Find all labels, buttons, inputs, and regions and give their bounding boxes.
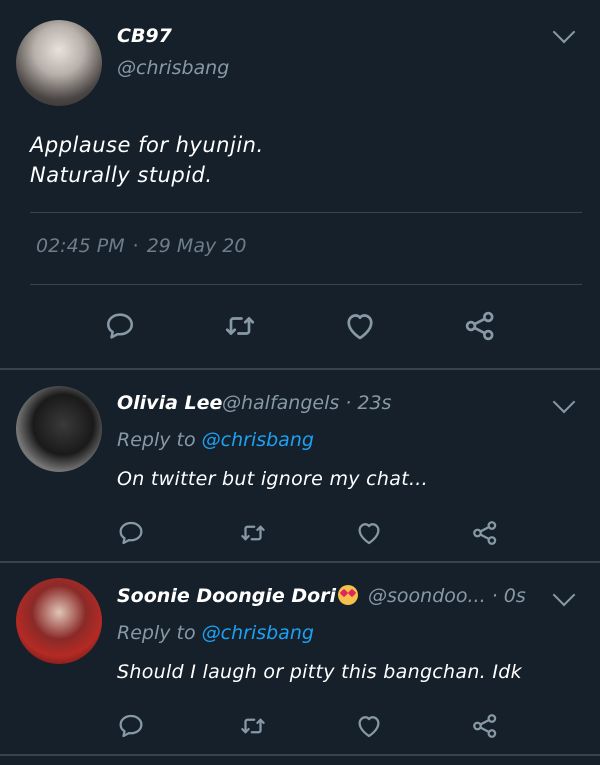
tweet-time: 02:45 PM (36, 235, 125, 257)
reply-to-label: Reply to (117, 622, 196, 644)
display-name[interactable]: CB97 (117, 25, 172, 47)
tweet-text-line: Applause for hyunjin. (30, 133, 264, 157)
user-handle-time[interactable]: @halfangels · 23s (222, 392, 391, 414)
reply-icon (119, 714, 143, 738)
share-icon (465, 311, 494, 341)
share-icon (473, 714, 497, 738)
user-handle-time[interactable]: @soondoo... · 0s (368, 585, 526, 607)
avatar[interactable] (16, 386, 102, 472)
tweet-text: Applause for hyunjin. Naturally stupid. (30, 130, 264, 190)
tweet-date: 29 May 20 (146, 235, 247, 257)
share-icon (473, 521, 497, 545)
avatar[interactable] (16, 20, 102, 106)
main-tweet: CB97 @chrisbang Applause for hyunjin. Na… (0, 0, 600, 368)
reply-button[interactable] (114, 516, 148, 550)
thread-divider (0, 754, 600, 756)
reply-button[interactable] (100, 306, 140, 346)
retweet-button[interactable] (220, 306, 260, 346)
like-button[interactable] (340, 306, 380, 346)
display-name-text: Soonie Doongie Dori (117, 585, 337, 607)
reply-button[interactable] (114, 709, 148, 743)
retweet-button[interactable] (236, 709, 270, 743)
mention-link[interactable]: @chrisbang (202, 622, 314, 644)
reply-context: Reply to @chrisbang (117, 622, 314, 644)
chevron-down-icon[interactable] (552, 390, 576, 414)
share-button[interactable] (468, 709, 502, 743)
display-name[interactable]: Soonie Doongie Dori (117, 585, 359, 607)
thread-divider (0, 561, 600, 563)
chevron-down-icon[interactable] (552, 583, 576, 607)
reply-icon (106, 313, 134, 339)
like-button[interactable] (352, 709, 386, 743)
divider (30, 212, 582, 213)
heart-icon (358, 523, 380, 545)
tweet-text-line: Naturally stupid. (30, 163, 213, 187)
separator-dot: · (132, 235, 139, 257)
reply-text: Should I laugh or pitty this bangchan. I… (117, 661, 522, 683)
avatar[interactable] (16, 578, 102, 664)
like-button[interactable] (352, 516, 386, 550)
tweet-timestamp[interactable]: 02:45 PM · 29 May 20 (36, 235, 246, 257)
retweet-icon (241, 525, 265, 541)
heart-icon (347, 314, 373, 340)
reply-to-label: Reply to (117, 429, 196, 451)
share-button[interactable] (460, 306, 500, 346)
divider (30, 284, 582, 285)
heart-eyes-emoji-icon (338, 585, 359, 605)
thread-divider (0, 368, 600, 370)
chevron-down-icon[interactable] (552, 20, 576, 44)
retweet-icon (241, 718, 265, 734)
reply-context: Reply to @chrisbang (117, 429, 314, 451)
heart-icon (358, 716, 380, 738)
reply-icon (119, 521, 143, 545)
retweet-button[interactable] (236, 516, 270, 550)
user-handle[interactable]: @chrisbang (117, 57, 229, 79)
retweet-icon (225, 317, 255, 335)
display-name[interactable]: Olivia Lee (117, 392, 222, 414)
share-button[interactable] (468, 516, 502, 550)
mention-link[interactable]: @chrisbang (202, 429, 314, 451)
reply-text: On twitter but ignore my chat... (117, 468, 428, 490)
